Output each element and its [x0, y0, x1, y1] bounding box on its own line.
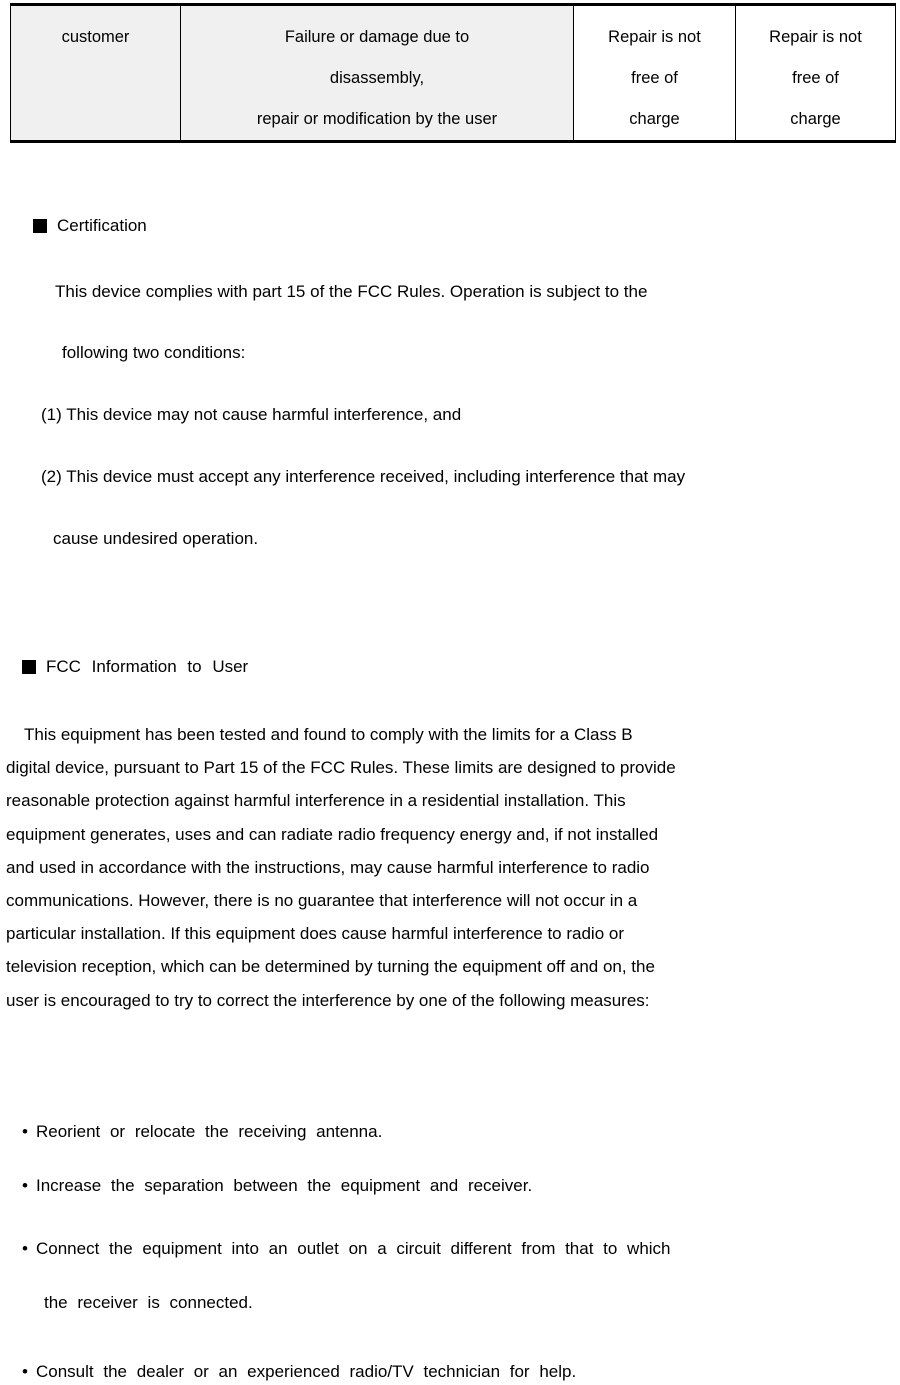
table-cell-cause: Failure or damage due to disassembly, re…: [180, 3, 574, 143]
paragraph-line: user is encouraged to try to correct the…: [6, 990, 650, 1010]
table-cell-within-warranty: Repair is not free of charge: [573, 3, 736, 143]
measure-text: Connect the equipment into an outlet on …: [36, 1239, 671, 1258]
warranty-table-body: customer Failure or damage due to disass…: [10, 3, 896, 143]
paragraph-line: reasonable protection against harmful in…: [6, 791, 626, 811]
certification-line-1: This device complies with part 15 of the…: [55, 282, 648, 301]
certification-heading-label: Certification: [57, 216, 147, 235]
measure-text-continuation: the receiver is connected.: [44, 1293, 253, 1312]
black-square-marker-icon: [33, 219, 47, 233]
measure-text: Consult the dealer or an experienced rad…: [36, 1362, 577, 1381]
certification-line-5: cause undesired operation.: [53, 529, 259, 548]
table-cell-text-line: charge: [629, 110, 680, 128]
certification-condition-2: (2) This device must accept any interfer…: [41, 467, 686, 486]
measure-text: Increase the separation between the equi…: [36, 1176, 533, 1195]
measure-list-item: • Reorient or relocate the receiving ant…: [22, 1121, 382, 1143]
paragraph-line: This equipment has been tested and found…: [24, 725, 633, 744]
bullet-dot-icon: •: [22, 1239, 28, 1258]
paragraph-line: particular installation. If this equipme…: [6, 924, 624, 944]
paragraph-line: and used in accordance with the instruct…: [6, 857, 650, 877]
warranty-table: customer Failure or damage due to disass…: [10, 3, 896, 143]
measure-list-item: • Connect the equipment into an outlet o…: [22, 1238, 671, 1260]
measure-text: Reorient or relocate the receiving anten…: [36, 1122, 383, 1141]
paragraph-line: communications. However, there is no gua…: [6, 891, 638, 911]
fcc-information-paragraph: This equipment has been tested and found…: [6, 718, 882, 1017]
table-cell-text-line: disassembly,: [329, 69, 425, 87]
certification-condition-1: (1) This device may not cause harmful in…: [41, 405, 462, 424]
paragraph-line: television reception, which can be deter…: [6, 957, 655, 977]
bullet-dot-icon: •: [22, 1122, 28, 1141]
table-cell-responsible-party: customer: [10, 3, 181, 143]
table-row: customer Failure or damage due to disass…: [10, 3, 896, 143]
bullet-dot-icon: •: [22, 1176, 28, 1195]
paragraph-line: equipment generates, uses and can radiat…: [6, 824, 659, 844]
table-cell-text: customer: [61, 28, 130, 46]
measure-list-item: • Consult the dealer or an experienced r…: [22, 1361, 576, 1383]
bullet-dot-icon: •: [22, 1362, 28, 1381]
black-square-marker-icon: [22, 660, 36, 674]
fcc-information-heading: FCC Information to User: [22, 657, 248, 677]
table-cell-text-line: Failure or damage due to: [284, 28, 470, 46]
table-cell-text-line: repair or modification by the user: [256, 110, 498, 128]
certification-heading: Certification: [33, 216, 147, 236]
table-cell-text-line: free of: [792, 69, 839, 87]
fcc-information-heading-label: FCC Information to User: [46, 657, 249, 676]
table-cell-outside-warranty: Repair is not free of charge: [735, 3, 896, 143]
table-cell-text-line: Repair is not: [769, 28, 862, 46]
measure-list-item: • Increase the separation between the eq…: [22, 1175, 532, 1197]
table-cell-text-line: charge: [790, 110, 841, 128]
table-cell-text-line: Repair is not: [608, 28, 701, 46]
table-cell-text-line: free of: [631, 69, 678, 87]
certification-line-2: following two conditions:: [62, 343, 246, 362]
paragraph-line: digital device, pursuant to Part 15 of t…: [6, 758, 676, 778]
